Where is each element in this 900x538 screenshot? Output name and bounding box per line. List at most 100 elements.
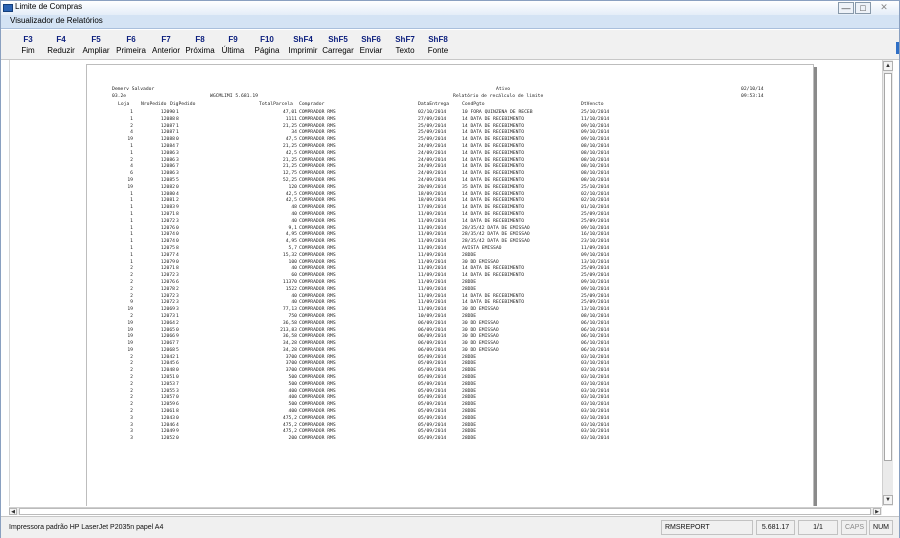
report-code: 03.2e <box>112 94 127 99</box>
scroll-up-icon[interactable]: ▲ <box>883 61 893 71</box>
cell-data-entrega: 11/09/2014 <box>418 259 447 265</box>
cell-dig-pedido: 5 <box>176 347 179 353</box>
cell-total-parcela: 15,32 <box>282 252 297 258</box>
cell-loja: 19 <box>127 347 133 353</box>
col-dig-pedido: DigPedido <box>170 102 196 107</box>
cell-data-entrega: 06/09/2014 <box>418 320 447 326</box>
cell-nro-pedido: 12082 <box>160 184 175 190</box>
cell-nro-pedido: 12085 <box>160 177 175 183</box>
cell-dig-pedido: 0 <box>176 395 179 401</box>
vertical-scrollbar[interactable]: ▲ ▼ <box>882 60 893 506</box>
table-row: 2 12051 0 500 COMPRADOR RMS 05/09/2014 28DDE 03… <box>87 375 813 382</box>
cell-cond-pgto: 28DDE <box>462 361 477 367</box>
cell-total-parcela: 400 <box>288 395 297 401</box>
cell-cond-pgto: 30 DD EMISSAO <box>462 307 499 313</box>
cell-total-parcela: 475,2 <box>282 422 297 428</box>
cell-nro-pedido: 12071 <box>160 266 175 272</box>
texto-button[interactable]: ShF7 Texto <box>392 32 418 58</box>
cell-comprador: COMPRADOR RMS <box>299 239 336 245</box>
horizontal-scrollbar[interactable]: ◀ ▶ <box>9 507 882 515</box>
table-row: 1 12071 8 40 COMPRADOR RMS 11/09/2014 14 DATA … <box>87 211 813 219</box>
cell-cond-pgto: 30 DD EMISSAO <box>462 259 499 265</box>
table-row: 2 12053 7 500 COMPRADOR RMS 05/09/2014 28DDE 03… <box>87 381 813 389</box>
horizontal-scroll-thumb[interactable] <box>19 508 871 515</box>
cell-cond-pgto: 14 DATA DE RECEBIMENTO <box>462 171 525 177</box>
ultima-button[interactable]: F9 Última <box>219 32 247 58</box>
cell-data-entrega: 11/09/2014 <box>418 239 447 245</box>
carregar-button[interactable]: ShF5 Carregar <box>321 32 355 58</box>
fonte-button[interactable]: ShF8 Fonte <box>425 32 451 58</box>
cell-dt-vencto: 13/10/2014 <box>581 259 610 265</box>
cell-cond-pgto: 14 DATA DE RECEBIMENTO <box>462 198 525 204</box>
report-viewport[interactable]: Demerv Salvador Ativo 02/10/14 03.2e WGC… <box>9 60 881 506</box>
cell-dig-pedido: 0 <box>176 232 179 238</box>
maximize-icon[interactable]: □ <box>855 2 871 14</box>
cell-loja: 19 <box>127 320 133 326</box>
cell-data-entrega: 24/09/2014 <box>418 150 447 156</box>
anterior-label: Anterior <box>151 46 180 55</box>
table-row: 19 12069 3 77,13 COMPRADOR RMS 11/09/2014 30 D… <box>87 307 813 314</box>
cell-cond-pgto: 28DDE <box>462 415 477 421</box>
status-num: NUM <box>869 520 893 535</box>
cell-dt-vencto: 06/10/2014 <box>581 327 610 333</box>
cell-comprador: COMPRADOR RMS <box>299 334 336 340</box>
cell-cond-pgto: 28DDE <box>462 368 477 374</box>
scroll-down-icon[interactable]: ▼ <box>883 495 893 505</box>
cell-dt-vencto: 01/10/2014 <box>581 205 610 211</box>
cell-loja: 3 <box>130 436 133 442</box>
cell-cond-pgto: 14 DATA DE RECEBIMENTO <box>462 211 525 217</box>
cell-data-entrega: 06/09/2014 <box>418 334 447 340</box>
viewer-title: Visualizador de Relatórios <box>10 16 103 25</box>
cell-dig-pedido: 0 <box>176 137 179 143</box>
cell-dig-pedido: 5 <box>176 177 179 183</box>
minimize-icon[interactable]: — <box>838 2 854 14</box>
cell-dt-vencto: 03/10/2014 <box>581 381 610 387</box>
primeira-key: F6 <box>126 35 136 44</box>
table-row: 1 12077 4 15,32 COMPRADOR RMS 11/09/2014 28DDE… <box>87 252 813 260</box>
title-bar[interactable]: Limite de Compras — □ ✕ <box>1 1 899 15</box>
ampliar-button[interactable]: F5 Ampliar <box>80 32 112 58</box>
proxima-button[interactable]: F8 Próxima <box>184 32 216 58</box>
cell-dig-pedido: 0 <box>176 225 179 231</box>
table-row: 9 12072 3 40 COMPRADOR RMS 11/09/2014 14 DATA … <box>87 300 813 307</box>
anterior-button[interactable]: F7 Anterior <box>150 32 182 58</box>
pagina-button[interactable]: F10 Página <box>252 32 282 58</box>
scroll-right-icon[interactable]: ▶ <box>873 508 881 515</box>
cell-nro-pedido: 12072 <box>160 293 175 299</box>
close-icon[interactable]: ✕ <box>873 2 895 14</box>
cell-total-parcela: 475,2 <box>282 429 297 435</box>
pagina-label: Página <box>254 46 280 55</box>
cell-dig-pedido: 1 <box>176 313 179 319</box>
cell-total-parcela: 48 <box>291 205 297 211</box>
cell-dt-vencto: 25/09/2014 <box>581 211 610 217</box>
imprimir-button[interactable]: ShF4 Imprimir <box>285 32 321 58</box>
primeira-button[interactable]: F6 Primeira <box>114 32 148 58</box>
cell-dt-vencto: 08/10/2014 <box>581 164 610 170</box>
cell-cond-pgto: 28/35/42 DATA DE EMISSAO <box>462 239 530 245</box>
cell-loja: 1 <box>130 110 133 115</box>
table-row: 19 12065 0 213,83 COMPRADOR RMS 06/09/2014 30 … <box>87 327 813 335</box>
cell-dig-pedido: 0 <box>176 368 179 374</box>
cell-dt-vencto: 03/10/2014 <box>581 354 610 360</box>
cell-data-entrega: 06/09/2014 <box>418 347 447 353</box>
cell-cond-pgto: 10 FORA QUINZENA DE RECEB <box>462 110 533 115</box>
cell-loja: 4 <box>130 130 133 136</box>
proxima-label: Próxima <box>185 46 215 55</box>
cell-cond-pgto: 14 DATA DE RECEBIMENTO <box>462 116 525 122</box>
cell-data-entrega: 24/09/2014 <box>418 157 447 163</box>
enviar-button[interactable]: ShF6 Enviar <box>357 32 385 58</box>
vertical-scroll-thumb[interactable] <box>884 73 892 461</box>
col-cond-pgto: CondPgto <box>462 102 485 107</box>
cell-dt-vencto: 03/10/2014 <box>581 436 610 442</box>
cell-dig-pedido: 3 <box>176 307 179 313</box>
cell-total-parcela: 500 <box>288 381 297 387</box>
reduzir-button[interactable]: F4 Reduzir <box>45 32 77 58</box>
table-row: 1 12084 7 21,25 COMPRADOR RMS 24/09/2014 14 DA… <box>87 144 813 151</box>
fim-button[interactable]: F3 Fim <box>17 32 39 58</box>
scroll-left-icon[interactable]: ◀ <box>9 508 17 515</box>
cell-comprador: COMPRADOR RMS <box>299 171 336 177</box>
table-row: 19 12066 9 36,58 COMPRADOR RMS 06/09/2014 30 D… <box>87 334 813 341</box>
cell-loja: 1 <box>130 211 133 217</box>
cell-comprador: COMPRADOR RMS <box>299 375 336 381</box>
cell-total-parcela: 213,83 <box>280 327 297 333</box>
